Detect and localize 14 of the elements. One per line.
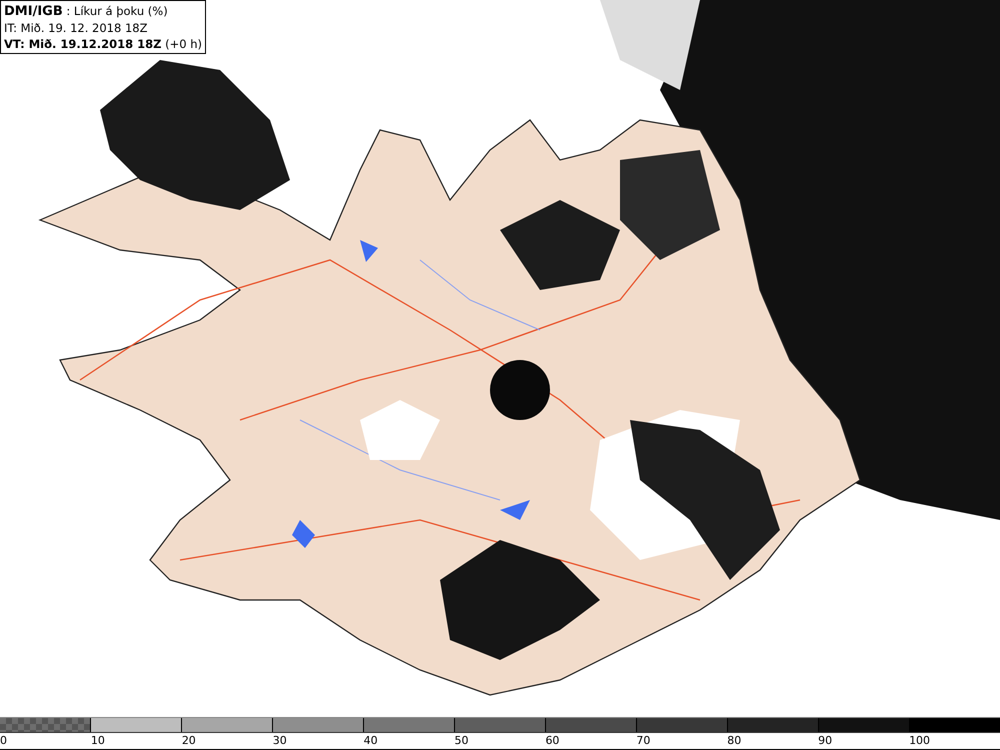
legend-label: 50	[454, 734, 469, 747]
title-line: DMI/IGB : Líkur á þoku (%)	[4, 3, 169, 20]
title-line: IT: Mið. 19. 12. 2018 18Z	[4, 20, 148, 36]
legend-label: 10	[90, 734, 105, 747]
title-line: VT: Mið. 19.12.2018 18Z (+0 h)	[4, 36, 202, 52]
legend-label: 80	[727, 734, 742, 747]
legend-label: 30	[272, 734, 287, 747]
legend-label: 0	[0, 734, 7, 747]
legend-label: 40	[364, 734, 378, 747]
legend-label: 20	[182, 734, 196, 747]
legend-label: 90	[818, 734, 832, 747]
legend-label: 100	[909, 734, 930, 747]
legend-label: 60	[545, 734, 560, 747]
legend-label: 70	[636, 734, 650, 747]
